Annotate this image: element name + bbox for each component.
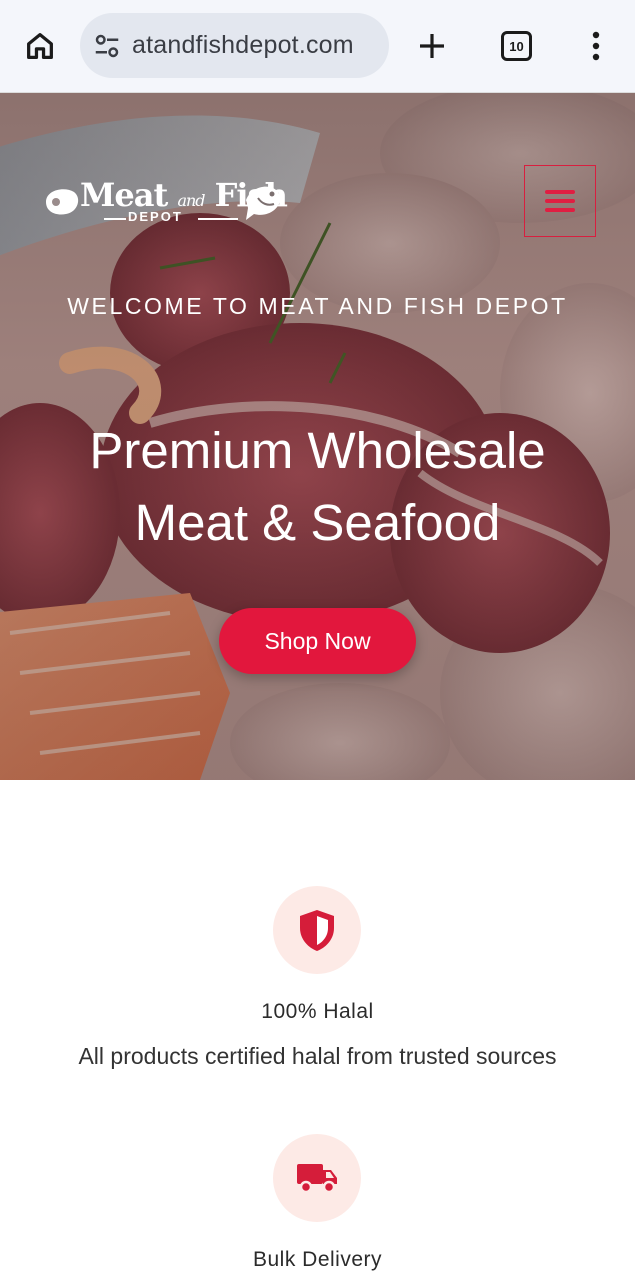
- new-tab-icon[interactable]: [414, 28, 450, 64]
- fish-icon: [246, 186, 281, 220]
- home-icon[interactable]: [22, 28, 58, 64]
- url-text[interactable]: atandfishdepot.com: [132, 31, 354, 60]
- logo-depot: DEPOT: [128, 209, 183, 224]
- hero-headline: Premium Wholesale Meat & Seafood: [0, 415, 635, 559]
- address-bar[interactable]: atandfishdepot.com: [80, 13, 389, 78]
- truck-icon: [297, 1164, 337, 1194]
- menu-bar: [545, 208, 575, 212]
- logo-rule-left: [104, 218, 126, 220]
- more-options-icon[interactable]: [584, 28, 608, 64]
- tab-switcher-button[interactable]: 10: [501, 31, 532, 61]
- steak-icon: [46, 189, 79, 215]
- logo-rule-right: [198, 218, 238, 220]
- site-logo[interactable]: Meat and Fish DEPOT: [40, 176, 288, 228]
- shop-now-button[interactable]: Shop Now: [219, 608, 416, 674]
- menu-bar: [545, 190, 575, 194]
- feature-icon-circle: [273, 1134, 361, 1222]
- logo-and: and: [177, 191, 205, 210]
- feature-title: Bulk Delivery: [252, 1248, 383, 1271]
- hero-eyebrow: WELCOME TO MEAT AND FISH DEPOT: [67, 293, 568, 319]
- feature-title: 100% Halal: [261, 1000, 374, 1023]
- menu-bar: [545, 199, 575, 203]
- browser-toolbar: atandfishdepot.com 10: [0, 0, 635, 93]
- site-settings-icon[interactable]: [92, 31, 122, 61]
- headline-line-2: Meat & Seafood: [134, 494, 501, 551]
- feature-icon-circle: [273, 886, 361, 974]
- hamburger-menu-button[interactable]: [524, 165, 596, 237]
- shield-icon: [300, 910, 334, 951]
- hero-section: Meat and Fish DEPOT WELCOME TO MEAT AND …: [0, 93, 635, 780]
- headline-line-1: Premium Wholesale: [89, 422, 546, 479]
- feature-description: All products certified halal from truste…: [78, 1043, 557, 1069]
